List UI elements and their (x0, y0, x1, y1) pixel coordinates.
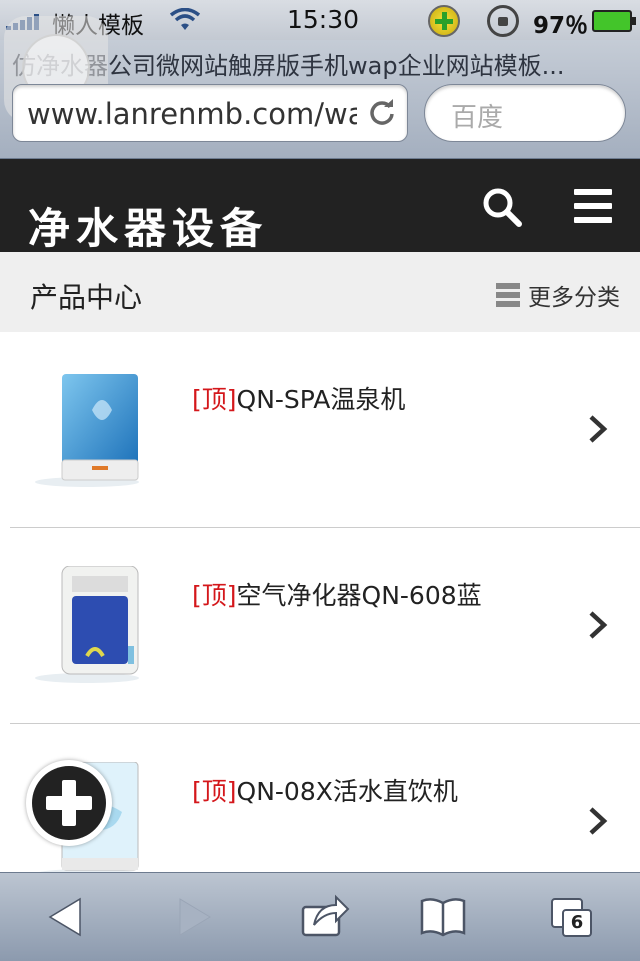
menu-icon[interactable] (574, 189, 612, 223)
site-logo[interactable]: 净水器设备 (28, 195, 268, 256)
battery-percent: 97％ (533, 13, 589, 39)
browser-toolbar: 6 (0, 872, 640, 961)
rotation-lock-icon (487, 5, 519, 37)
forward-arrow-icon[interactable] (168, 893, 218, 941)
bookmarks-icon[interactable] (418, 893, 468, 941)
more-categories-button[interactable]: 更多分类 (496, 278, 620, 312)
product-name: [顶]空气净化器QN-608蓝 (192, 576, 482, 612)
back-arrow-icon[interactable] (44, 893, 94, 941)
share-icon[interactable] (300, 893, 350, 941)
site-header: 净水器设备 (0, 159, 640, 253)
wifi-icon (170, 8, 200, 30)
product-item[interactable]: [顶]空气净化器QN-608蓝 (10, 528, 640, 724)
floating-add-button[interactable] (26, 760, 112, 846)
product-name: [顶]QN-SPA温泉机 (192, 380, 405, 416)
status-time: 15:30 (287, 5, 360, 34)
category-bar: 产品中心 更多分类 (0, 252, 640, 332)
tabs-button[interactable]: 6 (548, 893, 598, 941)
pin-tag: [顶] (192, 385, 237, 414)
product-image (35, 374, 139, 487)
product-title: 空气净化器QN-608蓝 (236, 581, 482, 610)
app-badge-icon (428, 5, 460, 37)
search-icon[interactable] (482, 187, 522, 227)
pin-tag: [顶] (192, 777, 237, 806)
browser-address-area: 仿净水器公司微网站触屏版手机wap企业网站模板... www.lanrenmb.… (0, 16, 640, 159)
more-categories-label: 更多分类 (528, 285, 620, 311)
chevron-right-icon (589, 807, 608, 835)
url-text: www.lanrenmb.com/wap (27, 97, 357, 131)
url-field[interactable]: www.lanrenmb.com/wap (12, 84, 408, 142)
battery-icon (592, 10, 636, 32)
product-image (35, 566, 139, 683)
list-icon (496, 283, 520, 307)
product-name: [顶]QN-08X活水直饮机 (192, 772, 458, 808)
category-title: 产品中心 (30, 281, 143, 314)
product-item[interactable]: [顶]QN-SPA温泉机 (10, 332, 640, 528)
search-field[interactable]: 百度 (424, 84, 626, 142)
product-title: QN-08X活水直饮机 (236, 777, 458, 806)
chevron-right-icon (589, 415, 608, 443)
chevron-right-icon (589, 611, 608, 639)
reload-icon[interactable] (369, 99, 395, 125)
tabs-count: 6 (562, 909, 592, 937)
search-placeholder: 百度 (451, 103, 504, 133)
plus-icon (32, 766, 106, 840)
pin-tag: [顶] (192, 581, 237, 610)
product-title: QN-SPA温泉机 (236, 385, 406, 414)
